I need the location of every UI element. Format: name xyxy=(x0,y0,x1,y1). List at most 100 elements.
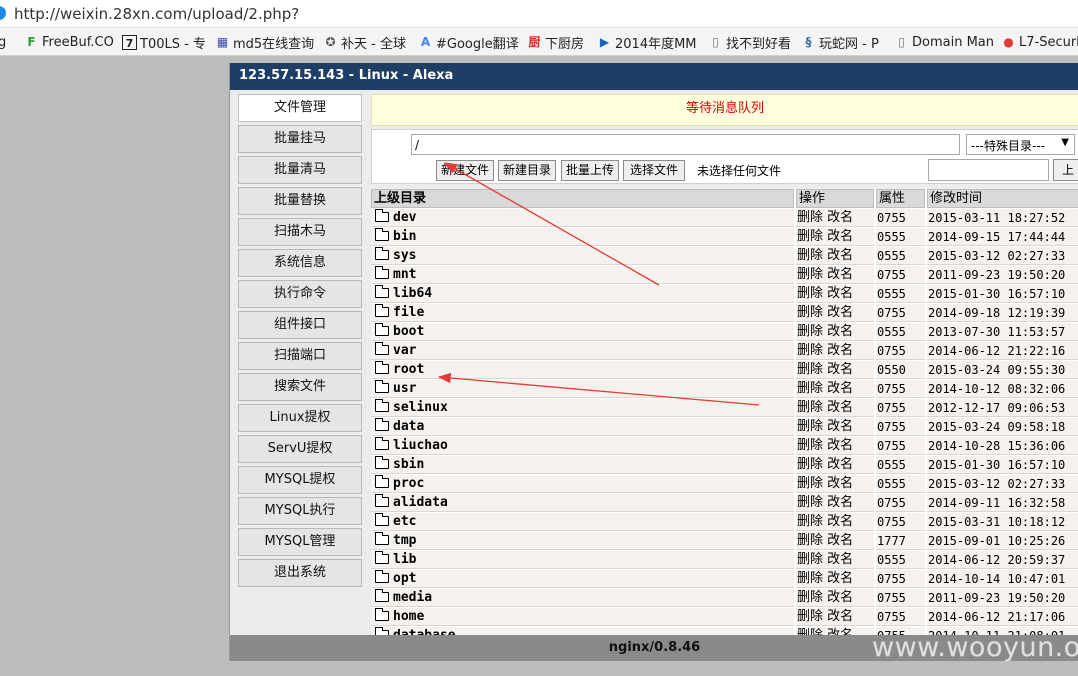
delete-link[interactable]: 删除 xyxy=(797,495,823,510)
permission-cell[interactable]: 0555 xyxy=(876,247,925,265)
rename-link[interactable]: 改名 xyxy=(827,229,853,244)
upload-name-input[interactable] xyxy=(928,159,1049,181)
file-name[interactable]: sbin xyxy=(393,457,424,472)
delete-link[interactable]: 删除 xyxy=(797,514,823,529)
menu-mysql-manage[interactable]: MYSQL管理 xyxy=(238,528,362,556)
choose-file-button[interactable]: 选择文件 xyxy=(623,160,686,181)
permission-cell[interactable]: 0755 xyxy=(876,437,925,455)
permission-cell[interactable]: 0755 xyxy=(876,608,925,626)
file-name-cell[interactable]: var xyxy=(371,342,794,360)
menu-servu-privesc[interactable]: ServU提权 xyxy=(238,435,362,463)
file-name-cell[interactable]: opt xyxy=(371,570,794,588)
menu-batch-inject[interactable]: 批量挂马 xyxy=(238,125,362,153)
file-name[interactable]: root xyxy=(393,362,424,377)
mtime-cell[interactable]: 2015-01-30 16:57:10 xyxy=(927,456,1078,474)
path-input[interactable] xyxy=(411,134,960,155)
permission-cell[interactable]: 0555 xyxy=(876,475,925,493)
file-name[interactable]: selinux xyxy=(393,400,448,415)
rename-link[interactable]: 改名 xyxy=(827,552,853,567)
menu-logout[interactable]: 退出系统 xyxy=(238,559,362,587)
file-name-cell[interactable]: proc xyxy=(371,475,794,493)
file-name[interactable]: media xyxy=(393,590,432,605)
mtime-cell[interactable]: 2014-09-11 16:32:58 xyxy=(927,494,1078,512)
mtime-cell[interactable]: 2014-09-15 17:44:44 xyxy=(927,228,1078,246)
file-name-cell[interactable]: sbin xyxy=(371,456,794,474)
bookmark-item[interactable]: § 玩蛇网 - P xyxy=(801,33,879,52)
file-name[interactable]: data xyxy=(393,419,424,434)
delete-link[interactable]: 删除 xyxy=(797,552,823,567)
bookmark-item[interactable]: ● L7-Securit xyxy=(1001,33,1078,51)
file-name[interactable]: file xyxy=(393,305,424,320)
permission-cell[interactable]: 0550 xyxy=(876,361,925,379)
delete-link[interactable]: 删除 xyxy=(797,571,823,586)
delete-link[interactable]: 删除 xyxy=(797,457,823,472)
file-name-cell[interactable]: bin xyxy=(371,228,794,246)
file-name[interactable]: opt xyxy=(393,571,416,586)
permission-cell[interactable]: 0755 xyxy=(876,304,925,322)
file-name[interactable]: lib64 xyxy=(393,286,432,301)
file-name[interactable]: tmp xyxy=(393,533,416,548)
menu-scan-trojan[interactable]: 扫描木马 xyxy=(238,218,362,246)
file-name-cell[interactable]: selinux xyxy=(371,399,794,417)
delete-link[interactable]: 删除 xyxy=(797,400,823,415)
file-name-cell[interactable]: etc xyxy=(371,513,794,531)
menu-mysql-exec[interactable]: MYSQL执行 xyxy=(238,497,362,525)
mtime-cell[interactable]: 2013-07-30 11:53:57 xyxy=(927,323,1078,341)
bookmark-item[interactable]: ▯ Domain Man xyxy=(894,33,994,51)
permission-cell[interactable]: 0755 xyxy=(876,399,925,417)
permission-cell[interactable]: 0555 xyxy=(876,456,925,474)
menu-scan-ports[interactable]: 扫描端口 xyxy=(238,342,362,370)
mtime-cell[interactable]: 2014-10-12 08:32:06 xyxy=(927,380,1078,398)
permission-cell[interactable]: 0755 xyxy=(876,589,925,607)
file-name-cell[interactable]: database xyxy=(371,627,794,635)
bookmark-item[interactable]: g xyxy=(0,33,6,51)
rename-link[interactable]: 改名 xyxy=(827,381,853,396)
menu-system-info[interactable]: 系统信息 xyxy=(238,249,362,277)
menu-exec-command[interactable]: 执行命令 xyxy=(238,280,362,308)
delete-link[interactable]: 删除 xyxy=(797,381,823,396)
file-name-cell[interactable]: home xyxy=(371,608,794,626)
delete-link[interactable]: 删除 xyxy=(797,533,823,548)
permission-cell[interactable]: 0755 xyxy=(876,209,925,227)
permission-cell[interactable]: 0555 xyxy=(876,323,925,341)
delete-link[interactable]: 删除 xyxy=(797,609,823,624)
file-name[interactable]: etc xyxy=(393,514,416,529)
mtime-cell[interactable]: 2015-09-01 10:25:26 xyxy=(927,532,1078,550)
col-parent-dir[interactable]: 上级目录 xyxy=(371,189,794,208)
upload-button[interactable]: 上 xyxy=(1053,159,1078,181)
rename-link[interactable]: 改名 xyxy=(827,305,853,320)
mtime-cell[interactable]: 2015-01-30 16:57:10 xyxy=(927,285,1078,303)
rename-link[interactable]: 改名 xyxy=(827,571,853,586)
bookmark-item[interactable]: 厨下厨房 xyxy=(527,33,584,52)
file-name-cell[interactable]: media xyxy=(371,589,794,607)
file-name[interactable]: lib xyxy=(393,552,416,567)
file-name[interactable]: database xyxy=(393,628,456,635)
delete-link[interactable]: 删除 xyxy=(797,305,823,320)
permission-cell[interactable]: 0555 xyxy=(876,551,925,569)
permission-cell[interactable]: 0755 xyxy=(876,266,925,284)
rename-link[interactable]: 改名 xyxy=(827,514,853,529)
mtime-cell[interactable]: 2015-03-24 09:58:18 xyxy=(927,418,1078,436)
rename-link[interactable]: 改名 xyxy=(827,400,853,415)
file-name-cell[interactable]: boot xyxy=(371,323,794,341)
delete-link[interactable]: 删除 xyxy=(797,267,823,282)
mtime-cell[interactable]: 2011-09-23 19:50:20 xyxy=(927,589,1078,607)
menu-batch-replace[interactable]: 批量替换 xyxy=(238,187,362,215)
delete-link[interactable]: 删除 xyxy=(797,419,823,434)
bookmark-item[interactable]: A #Google翻译 xyxy=(418,33,519,52)
file-name[interactable]: boot xyxy=(393,324,424,339)
new-dir-button[interactable]: 新建目录 xyxy=(498,160,557,181)
rename-link[interactable]: 改名 xyxy=(827,248,853,263)
menu-batch-clean[interactable]: 批量清马 xyxy=(238,156,362,184)
permission-cell[interactable]: 0755 xyxy=(876,570,925,588)
bookmark-item[interactable]: F FreeBuf.CO xyxy=(24,33,113,51)
site-info-icon[interactable] xyxy=(0,6,6,20)
delete-link[interactable]: 删除 xyxy=(797,476,823,491)
menu-linux-privesc[interactable]: Linux提权 xyxy=(238,404,362,432)
new-file-button[interactable]: 新建文件 xyxy=(436,160,495,181)
file-name-cell[interactable]: file xyxy=(371,304,794,322)
file-name[interactable]: proc xyxy=(393,476,424,491)
mtime-cell[interactable]: 2015-03-31 10:18:12 xyxy=(927,513,1078,531)
file-name[interactable]: alidata xyxy=(393,495,448,510)
bookmark-item[interactable]: ▶ 2014年度MM xyxy=(597,33,697,52)
